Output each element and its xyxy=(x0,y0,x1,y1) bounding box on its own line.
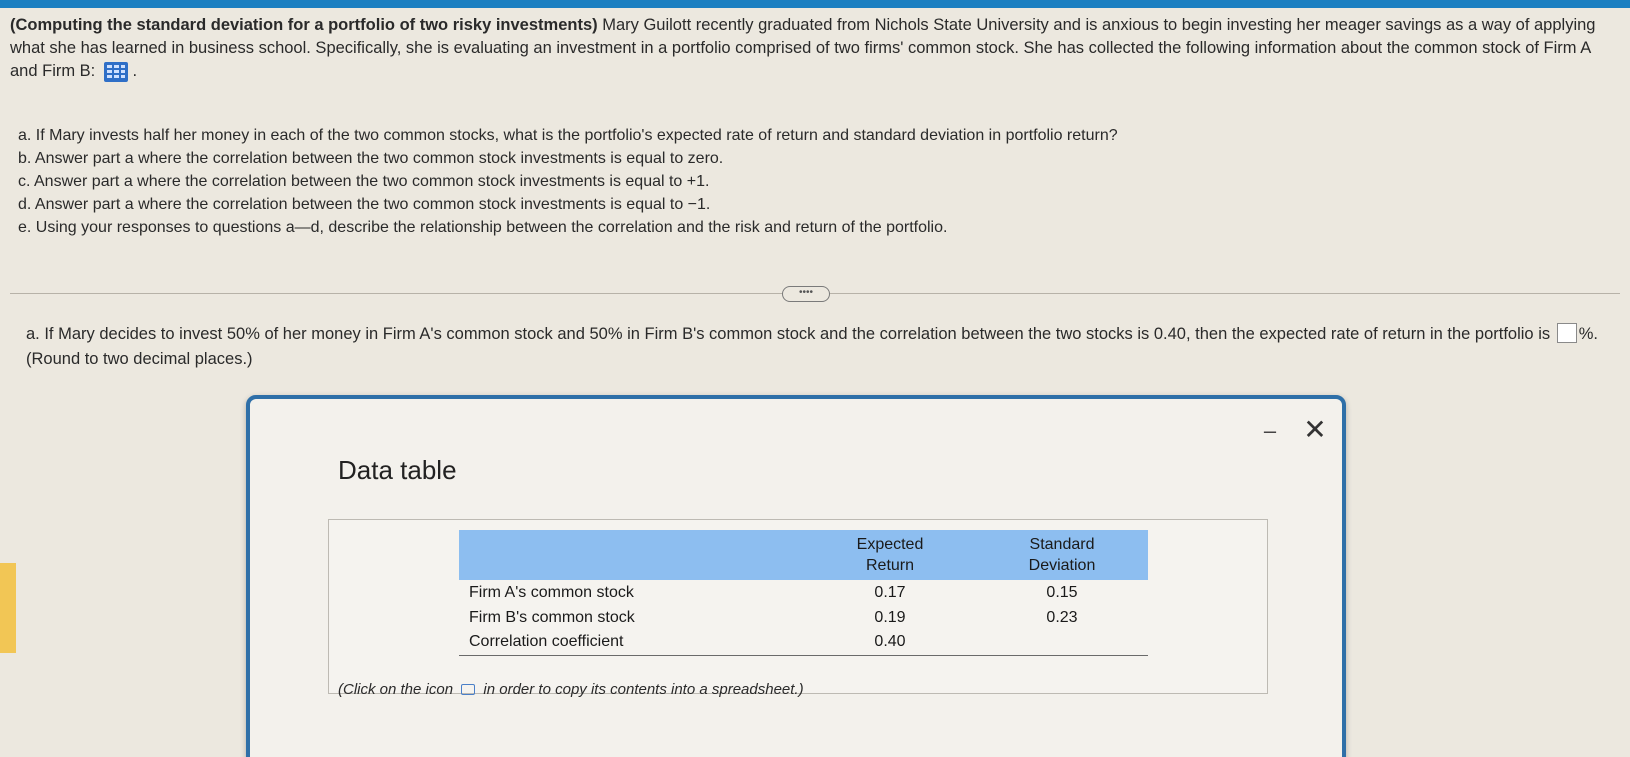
question-a: a. If Mary invests half her money in eac… xyxy=(18,127,1118,144)
expected-return-input[interactable] xyxy=(1556,323,1577,343)
row-label: Firm B's common stock xyxy=(469,608,635,626)
answer-percent: %. xyxy=(1578,325,1598,343)
copy-note-start: (Click on the icon xyxy=(338,681,454,698)
question-d: d. Answer part a where the correlation b… xyxy=(18,196,711,213)
table-row: Firm A's common stock 0.17 0.15 xyxy=(459,580,1148,605)
close-button[interactable]: ✕ xyxy=(1300,415,1330,445)
dialog-title: Data table xyxy=(338,455,457,485)
question-list: a. If Mary invests half her money in eac… xyxy=(18,124,1578,239)
table-header-row: Expected Return Standard Deviation xyxy=(459,530,1148,580)
table-row: Firm B's common stock 0.19 0.23 xyxy=(459,605,1148,630)
problem-title: (Computing the standard deviation for a … xyxy=(10,16,598,34)
table-header-cell xyxy=(459,530,804,580)
left-accent-strip xyxy=(0,563,16,653)
rounding-hint: (Round to two decimal places.) xyxy=(26,350,253,368)
minimize-button[interactable]: – xyxy=(1258,420,1282,445)
question-c: c. Answer part a where the correlation b… xyxy=(18,173,710,190)
table-row: Correlation coefficient 0.40 xyxy=(459,630,1148,656)
table-header-cell: Expected Return xyxy=(804,530,976,580)
top-accent-bar xyxy=(0,0,1630,8)
data-table: Expected Return Standard Deviation Firm A'… xyxy=(459,530,1148,656)
data-table-dialog: – ✕ Data table Expected Return Standard De… xyxy=(246,395,1346,757)
data-table-frame: Expected Return Standard Deviation Firm A'… xyxy=(328,519,1268,694)
std-dev-cell: 0.23 xyxy=(1046,608,1078,626)
intro-period: . xyxy=(132,62,138,80)
problem-intro: (Computing the standard deviation for a … xyxy=(10,14,1600,83)
expected-return-cell: 0.17 xyxy=(874,583,906,601)
question-e: e. Using your responses to questions a—d… xyxy=(18,219,948,236)
expected-return-cell: 0.19 xyxy=(874,608,906,626)
answer-prompt: a. If Mary decides to invest 50% of her … xyxy=(26,325,1551,343)
answer-part-a: a. If Mary decides to invest 50% of her … xyxy=(26,322,1606,372)
divider-drag-handle[interactable]: •••• xyxy=(782,286,830,302)
copy-icon[interactable] xyxy=(461,684,476,695)
data-table-icon[interactable] xyxy=(103,61,128,82)
empty-cell xyxy=(976,630,1148,656)
copy-instructions: (Click on the icon in order to copy its … xyxy=(338,681,804,698)
question-b: b. Answer part a where the correlation b… xyxy=(18,150,724,167)
copy-note-end: in order to copy its contents into a spr… xyxy=(483,681,804,698)
row-label: Correlation coefficient xyxy=(459,630,804,656)
row-label: Firm A's common stock xyxy=(469,583,634,601)
correlation-cell: 0.40 xyxy=(804,630,976,656)
table-header-cell: Standard Deviation xyxy=(976,530,1148,580)
std-dev-cell: 0.15 xyxy=(1046,583,1078,601)
